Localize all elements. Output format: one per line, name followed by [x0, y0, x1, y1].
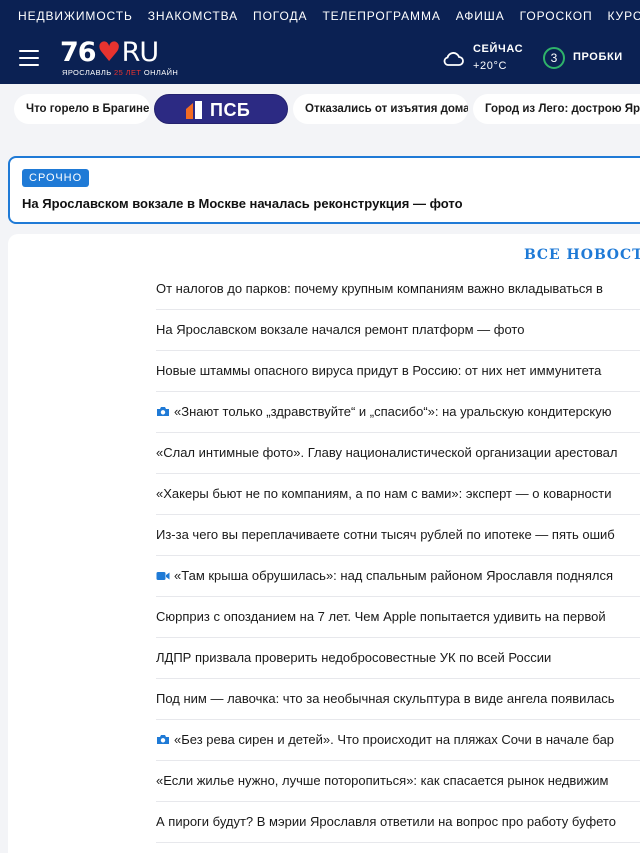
video-icon	[156, 557, 170, 596]
weather-label: СЕЙЧАС	[473, 43, 524, 55]
news-item-title: Под ним — лавочка: что за необычная скул…	[156, 691, 615, 706]
top-navigation-bar: НЕДВИЖИМОСТЬ ЗНАКОМСТВА ПОГОДА ТЕЛЕПРОГРАММ…	[0, 0, 640, 32]
news-item[interactable]: Под ним — лавочка: что за необычная скул…	[156, 679, 640, 720]
camera-icon	[156, 393, 170, 432]
nav-link-currency[interactable]: КУРСЫ ВАЛЮТ	[608, 0, 640, 32]
news-item-title: На Ярославском вокзале начался ремонт пл…	[156, 322, 525, 337]
news-item[interactable]: «Там крыша обрушилась»: над спальным рай…	[156, 556, 640, 597]
chip-lego-city[interactable]: Город из Лего: дострою Ярославль	[473, 94, 640, 124]
hamburger-menu-icon[interactable]	[19, 50, 39, 66]
news-item-title: Из-за чего вы переплачиваете сотни тысяч…	[156, 527, 615, 542]
heart-icon: ♥	[96, 37, 121, 68]
news-item[interactable]: ЛДПР призвала проверить недобросовестные…	[156, 638, 640, 679]
news-list: От налогов до парков: почему крупным ком…	[156, 269, 640, 843]
news-feed-panel: ВСЕ НОВОСТИ От налогов до парков: почему…	[8, 234, 640, 853]
news-item[interactable]: Новые штаммы опасного вируса придут в Ро…	[156, 351, 640, 392]
site-logo[interactable]: 76♥RU ЯРОСЛАВЛЬ 25 ЛЕТ ОНЛАЙН	[60, 38, 190, 80]
news-item-title: «Хакеры бьют не по компаниям, а по нам с…	[156, 486, 612, 501]
news-item-title: «Слал интимные фото». Главу националисти…	[156, 445, 618, 460]
chip-psb-ad[interactable]: ПСБ	[154, 94, 288, 124]
news-item[interactable]: А пироги будут? В мэрии Ярославля ответи…	[156, 802, 640, 843]
chip-house-seizure[interactable]: Отказались от изъятия дома	[293, 94, 468, 124]
news-item-title: Сюрприз с опозданием на 7 лет. Чем Apple…	[156, 609, 606, 624]
news-item-title: «Там крыша обрушилась»: над спальным рай…	[174, 568, 614, 583]
news-item-title: От налогов до парков: почему крупным ком…	[156, 281, 603, 296]
news-item[interactable]: На Ярославском вокзале начался ремонт пл…	[156, 310, 640, 351]
weather-temperature: +20°С	[473, 60, 508, 72]
nav-link-real-estate[interactable]: НЕДВИЖИМОСТЬ	[18, 0, 133, 32]
nav-link-dating[interactable]: ЗНАКОМСТВА	[148, 0, 238, 32]
news-item-title: «Если жилье нужно, лучше поторопиться»: …	[156, 773, 609, 788]
traffic-level-badge: 3	[543, 47, 565, 69]
urgent-news-card[interactable]: СРОЧНО На Ярославском вокзале в Москве н…	[8, 156, 640, 224]
psb-label: ПСБ	[210, 100, 251, 120]
camera-icon	[156, 721, 170, 760]
news-item[interactable]: «Хакеры бьют не по компаниям, а по нам с…	[156, 474, 640, 515]
news-item[interactable]: Из-за чего вы переплачиваете сотни тысяч…	[156, 515, 640, 556]
cloud-icon	[443, 52, 464, 66]
news-item-title: ЛДПР призвала проверить недобросовестные…	[156, 650, 552, 665]
nav-link-tv[interactable]: ТЕЛЕПРОГРАММА	[322, 0, 440, 32]
site-header: 76♥RU ЯРОСЛАВЛЬ 25 ЛЕТ ОНЛАЙН СЕЙЧАС +20…	[0, 32, 640, 84]
news-item-title: «Знают только „здравствуйте“ и „спасибо“…	[174, 404, 612, 419]
news-item[interactable]: «Слал интимные фото». Главу националисти…	[156, 433, 640, 474]
nav-link-horoscope[interactable]: ГОРОСКОП	[520, 0, 593, 32]
traffic-label: ПРОБКИ	[573, 51, 623, 63]
news-item[interactable]: «Без рева сирен и детей». Что происходит…	[156, 720, 640, 761]
news-item[interactable]: «Если жилье нужно, лучше поторопиться»: …	[156, 761, 640, 802]
urgent-headline[interactable]: На Ярославском вокзале в Москве началась…	[22, 196, 463, 211]
logo-tagline: ЯРОСЛАВЛЬ 25 ЛЕТ ОНЛАЙН	[62, 68, 179, 77]
news-item-title: А пироги будут? В мэрии Ярославля ответи…	[156, 814, 616, 829]
nav-link-weather[interactable]: ПОГОДА	[253, 0, 307, 32]
news-item[interactable]: Сюрприз с опозданием на 7 лет. Чем Apple…	[156, 597, 640, 638]
nav-link-events[interactable]: АФИША	[456, 0, 505, 32]
news-item-title: «Без рева сирен и детей». Что происходит…	[174, 732, 615, 747]
news-item-title: Новые штаммы опасного вируса придут в Ро…	[156, 363, 602, 378]
urgent-badge: СРОЧНО	[22, 169, 90, 187]
trending-chips-bar: Что горело в Брагине ПСБ Отказались от и…	[0, 84, 640, 134]
psb-logo-icon	[186, 101, 202, 119]
chip-bragino-fire[interactable]: Что горело в Брагине	[14, 94, 150, 124]
news-item[interactable]: От налогов до парков: почему крупным ком…	[156, 269, 640, 310]
news-item[interactable]: «Знают только „здравствуйте“ и „спасибо“…	[156, 392, 640, 433]
weather-widget[interactable]: СЕЙЧАС +20°С	[442, 41, 532, 75]
all-news-heading[interactable]: ВСЕ НОВОСТИ	[524, 247, 640, 263]
logo-wordmark: 76♥RU	[60, 37, 159, 68]
